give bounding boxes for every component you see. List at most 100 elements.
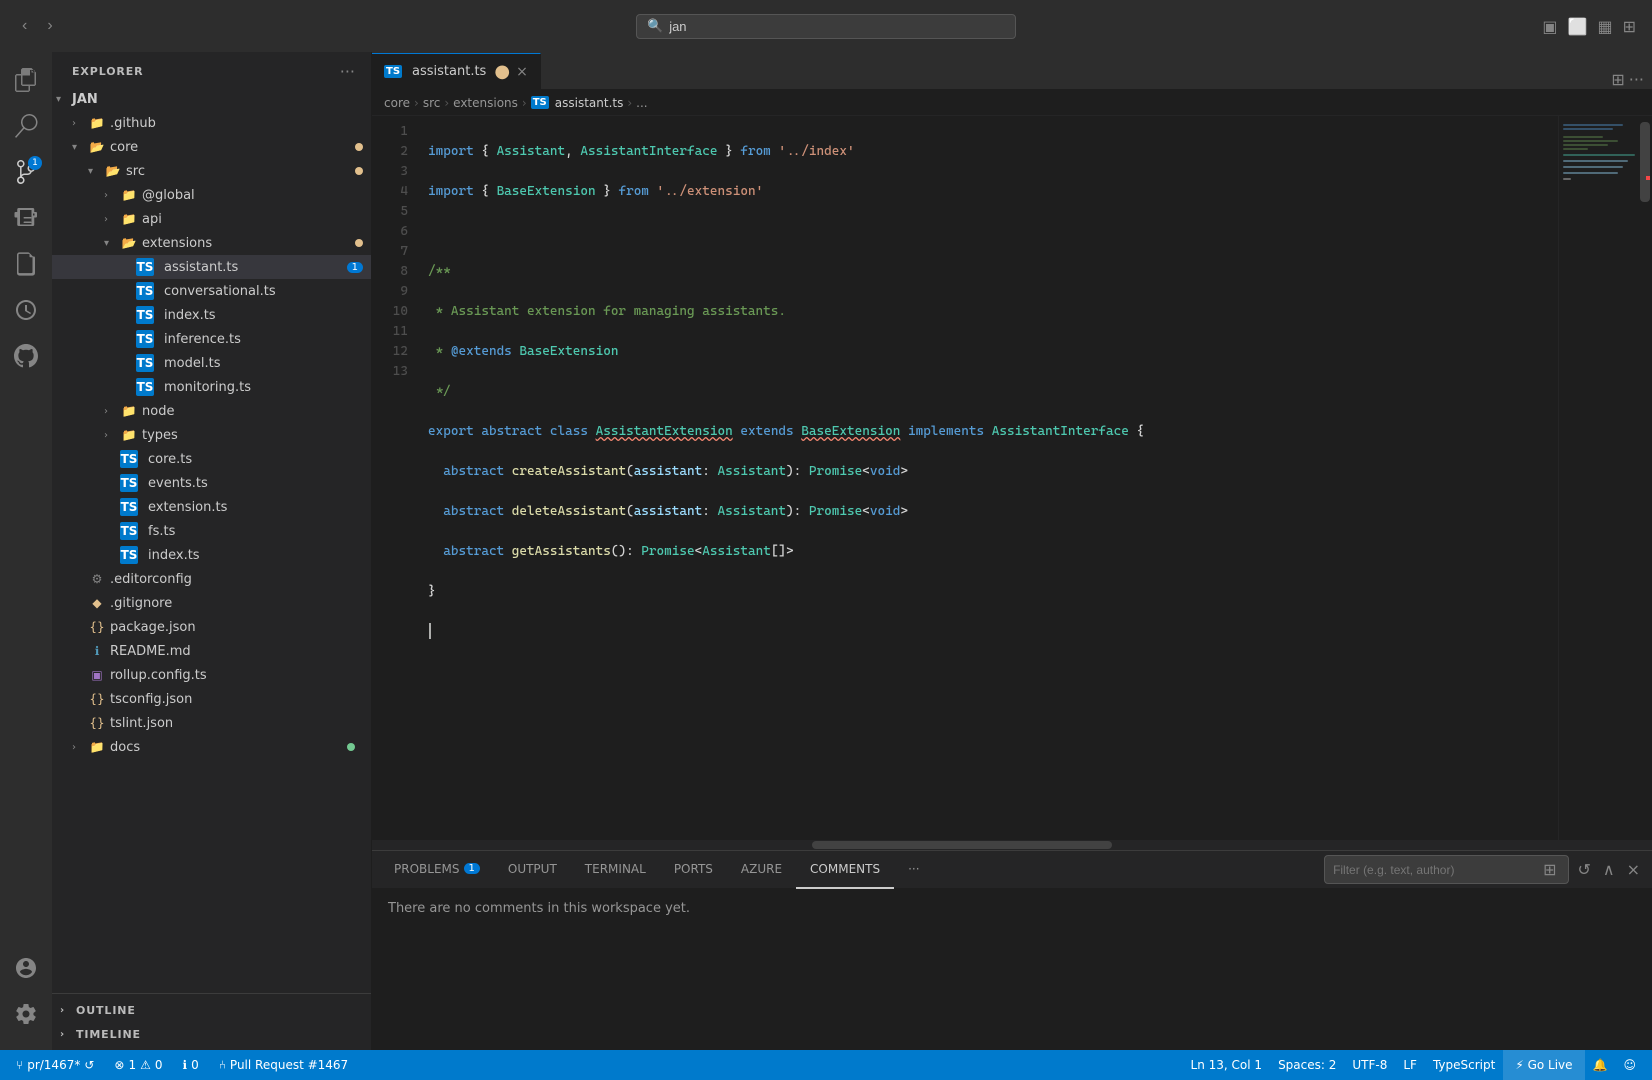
tab-azure[interactable]: AZURE [727, 851, 796, 889]
layout-icon[interactable]: ▦ [1597, 17, 1612, 36]
tree-item-core[interactable]: ▾ 📂 core [52, 135, 371, 159]
tree-item-gitignore[interactable]: › ◆ .gitignore [52, 591, 371, 615]
tree-item-extension[interactable]: › TS extension.ts [52, 495, 371, 519]
tab-problems[interactable]: PROBLEMS 1 [380, 851, 494, 889]
spaces-item[interactable]: Spaces: 2 [1270, 1050, 1344, 1080]
panel-content: There are no comments in this workspace … [372, 889, 1652, 1050]
tree-item-rollup[interactable]: › ▣ rollup.config.ts [52, 663, 371, 687]
timeline-section[interactable]: › TIMELINE [52, 1022, 371, 1046]
outline-arrow-icon: › [60, 1005, 76, 1016]
tree-item-events[interactable]: › TS events.ts [52, 471, 371, 495]
tab-comments[interactable]: COMMENTS [796, 851, 894, 889]
split-editor-icon[interactable]: ▣ [1542, 17, 1557, 36]
tree-item-model[interactable]: › TS model.ts [52, 351, 371, 375]
go-live-text: ⚡ Go Live [1515, 1058, 1572, 1072]
explorer-icon[interactable] [6, 60, 46, 100]
refresh-button[interactable]: ↺ [1573, 858, 1594, 881]
scrollbar-thumb[interactable] [1640, 122, 1650, 202]
back-button[interactable]: ‹ [16, 13, 33, 39]
outline-section[interactable]: › OUTLINE [52, 998, 371, 1022]
accounts-icon[interactable] [6, 948, 46, 988]
tree-item-tsconfig[interactable]: › {} tsconfig.json [52, 687, 371, 711]
tree-item-node[interactable]: › 📁 node [52, 399, 371, 423]
filter-box[interactable]: ⊞ [1324, 855, 1569, 884]
tree-item-docs[interactable]: › 📁 docs [52, 735, 371, 759]
api-arrow-icon: › [104, 214, 120, 225]
settings-icon[interactable] [6, 994, 46, 1034]
info-item[interactable]: ℹ 0 [175, 1050, 207, 1080]
collapse-panel-button[interactable]: ∧ [1599, 858, 1619, 881]
core-ts-icon: TS [120, 450, 138, 468]
line-ending-item[interactable]: LF [1395, 1050, 1425, 1080]
sidebar-sections: › OUTLINE › TIMELINE [52, 993, 371, 1050]
code-content[interactable]: import { Assistant, AssistantInterface }… [420, 116, 1558, 840]
tab-output[interactable]: OUTPUT [494, 851, 571, 889]
source-control-badge: 1 [28, 156, 42, 170]
tab-ports[interactable]: PORTS [660, 851, 727, 889]
github-icon[interactable] [6, 336, 46, 376]
run-debug-icon[interactable] [6, 198, 46, 238]
tree-item-conversational[interactable]: › TS conversational.ts [52, 279, 371, 303]
search-input[interactable] [669, 19, 1005, 34]
editorconfig-label: .editorconfig [110, 572, 363, 587]
breadcrumb-extensions[interactable]: extensions [453, 96, 518, 110]
tree-item-global[interactable]: › 📁 @global [52, 183, 371, 207]
explorer-more-button[interactable]: ··· [340, 62, 355, 81]
editor-layout-icon[interactable]: ⬜ [1568, 17, 1588, 36]
tree-item-api[interactable]: › 📁 api [52, 207, 371, 231]
tab-assistant[interactable]: TS assistant.ts ● × [372, 53, 541, 89]
panel-tabs: PROBLEMS 1 OUTPUT TERMINAL PORTS AZURE C… [372, 851, 1652, 889]
notifications-button[interactable]: 🔔 [1585, 1050, 1616, 1080]
source-control-icon[interactable]: 1 [6, 152, 46, 192]
tree-root-jan[interactable]: ▾ JAN [52, 87, 371, 111]
line-num-8: 8 [372, 262, 408, 282]
global-arrow-icon: › [104, 190, 120, 201]
go-live-button[interactable]: ⚡ Go Live [1503, 1050, 1584, 1080]
breadcrumb-filename[interactable]: assistant.ts [555, 96, 624, 110]
customize-layout-icon[interactable]: ⊞ [1623, 17, 1636, 36]
ln-col-item[interactable]: Ln 13, Col 1 [1183, 1050, 1271, 1080]
tree-item-core-ts[interactable]: › TS core.ts [52, 447, 371, 471]
tree-item-editorconfig[interactable]: › ⚙ .editorconfig [52, 567, 371, 591]
tree-item-fs[interactable]: › TS fs.ts [52, 519, 371, 543]
tree-item-inference[interactable]: › TS inference.ts [52, 327, 371, 351]
tree-item-extensions[interactable]: ▾ 📂 extensions [52, 231, 371, 255]
line-num-3: 3 [372, 162, 408, 182]
tree-item-readme[interactable]: › ℹ README.md [52, 639, 371, 663]
tree-item-types[interactable]: › 📁 types [52, 423, 371, 447]
split-editor-button[interactable]: ⊞ [1611, 70, 1624, 89]
line-num-2: 2 [372, 142, 408, 162]
tab-more-button[interactable]: ··· [1629, 70, 1644, 89]
forward-button[interactable]: › [41, 13, 58, 39]
extensions-icon[interactable] [6, 244, 46, 284]
code-line-4: /** [428, 262, 1558, 282]
tree-item-monitoring[interactable]: › TS monitoring.ts [52, 375, 371, 399]
tree-item-assistant[interactable]: › TS assistant.ts 1 [52, 255, 371, 279]
breadcrumb-src[interactable]: src [423, 96, 441, 110]
tree-item-github[interactable]: › 📁 .github [52, 111, 371, 135]
tree-item-tslint[interactable]: › {} tslint.json [52, 711, 371, 735]
tab-terminal[interactable]: TERMINAL [571, 851, 660, 889]
tab-modified-dot: ● [494, 63, 510, 81]
right-scrollbar[interactable] [1638, 116, 1652, 840]
filter-input[interactable] [1333, 863, 1533, 877]
horizontal-scrollbar[interactable] [372, 840, 1652, 850]
tree-item-index-ext[interactable]: › TS index.ts [52, 303, 371, 327]
breadcrumb-core[interactable]: core [384, 96, 410, 110]
errors-item[interactable]: ⊗ 1 ⚠ 0 [106, 1050, 170, 1080]
h-scroll-thumb[interactable] [812, 841, 1112, 849]
tree-item-src[interactable]: ▾ 📂 src [52, 159, 371, 183]
tab-close-button[interactable]: × [516, 64, 528, 80]
search-bar[interactable]: 🔍 [636, 14, 1016, 39]
encoding-item[interactable]: UTF-8 [1344, 1050, 1395, 1080]
remote-explorer-icon[interactable] [6, 290, 46, 330]
tab-more[interactable]: ··· [894, 851, 933, 889]
language-item[interactable]: TypeScript [1425, 1050, 1503, 1080]
branch-item[interactable]: ⑂ pr/1467* ↺ [8, 1050, 102, 1080]
tree-item-package[interactable]: › {} package.json [52, 615, 371, 639]
feedback-button[interactable]: ☺ [1615, 1050, 1644, 1080]
pr-item[interactable]: ⑃ Pull Request #1467 [211, 1050, 356, 1080]
search-activity-icon[interactable] [6, 106, 46, 146]
close-panel-button[interactable]: × [1623, 858, 1644, 881]
tree-item-src-index[interactable]: › TS index.ts [52, 543, 371, 567]
